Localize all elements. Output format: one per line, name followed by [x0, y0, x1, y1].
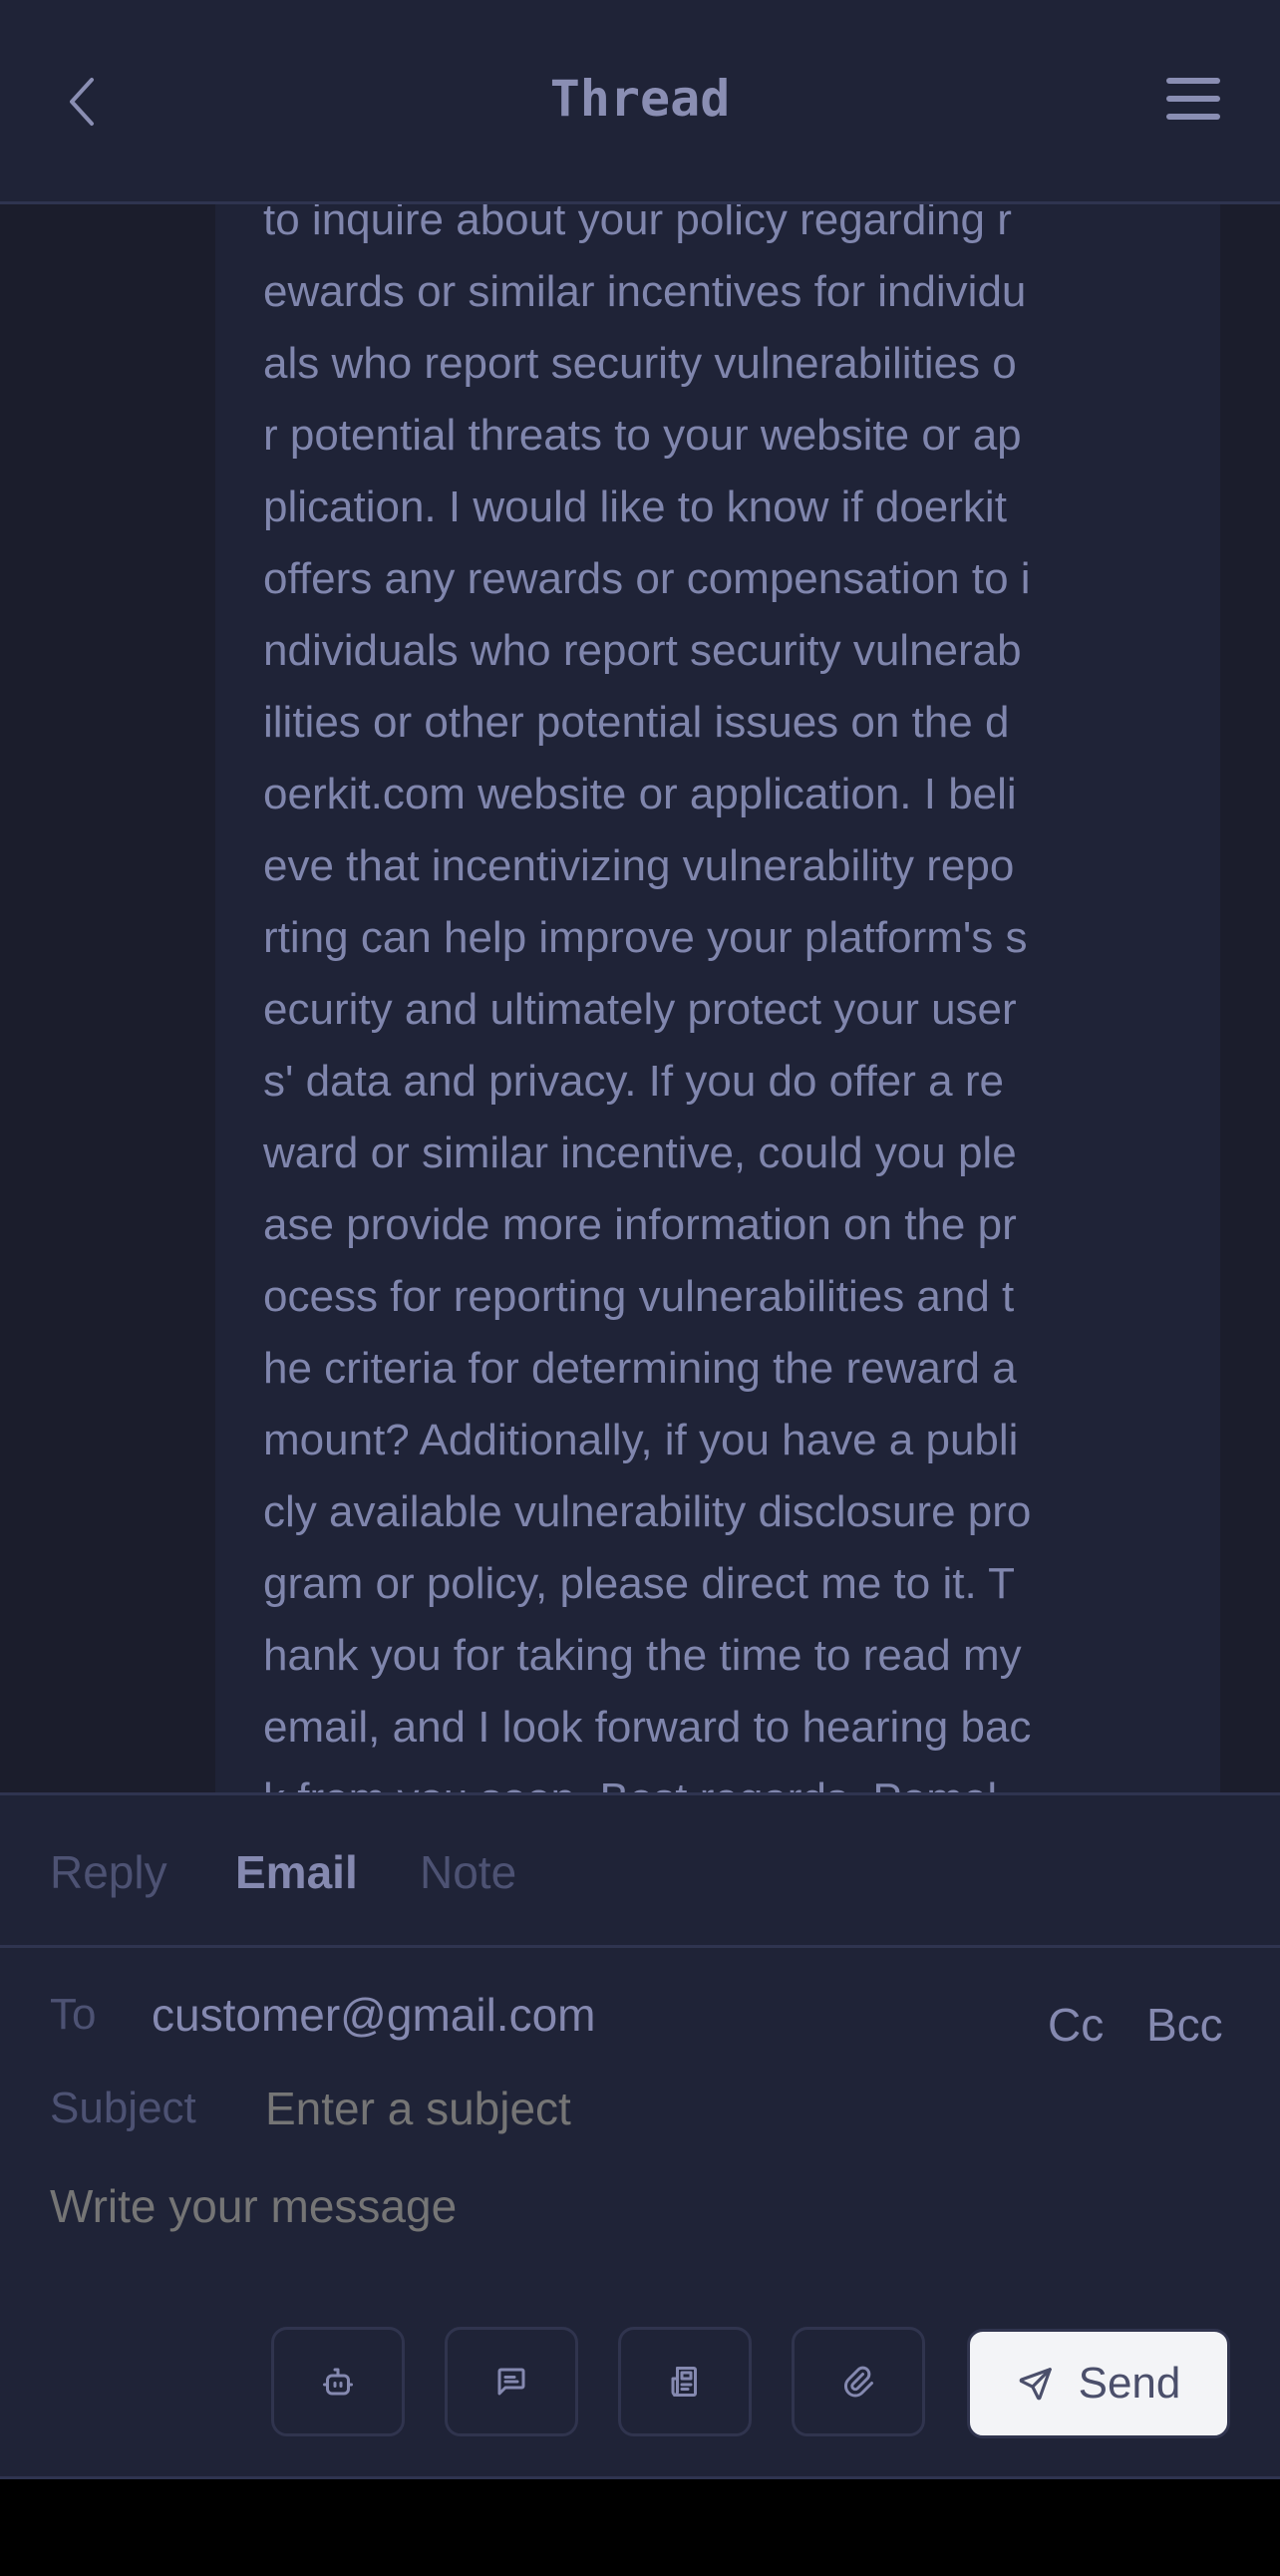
hamburger-menu-icon — [1166, 78, 1220, 120]
article-button[interactable] — [618, 2327, 752, 2436]
tab-note[interactable]: Note — [420, 1845, 516, 1899]
subject-label: Subject — [50, 2084, 196, 2132]
thread-scroll-area[interactable]: to inquire about your policy regarding r… — [0, 204, 1280, 1792]
message-line: eve that incentivizing vulnerability rep… — [263, 841, 1015, 890]
message-line: email, and I look forward to hearing bac — [263, 1703, 1032, 1752]
message-line: gram or policy, please direct me to it. … — [263, 1559, 1015, 1608]
send-button[interactable]: Send — [967, 2329, 1230, 2438]
message-line: he criteria for determining the reward a — [263, 1344, 1017, 1393]
subject-input[interactable] — [265, 2082, 963, 2135]
message-line: ward or similar incentive, could you ple — [263, 1128, 1017, 1177]
message-line: to inquire about your policy regarding r — [263, 204, 1012, 244]
message-line: r potential threats to your website or a… — [263, 411, 1022, 460]
message-card: to inquire about your policy regarding r… — [215, 204, 1220, 1792]
compose-tabs: Reply Email Note — [0, 1792, 1280, 1948]
message-line: oerkit.com website or application. I bel… — [263, 770, 1017, 818]
tab-email[interactable]: Email — [235, 1845, 358, 1899]
message-line: rting can help improve your platform's s — [263, 913, 1028, 962]
message-body: to inquire about your policy regarding r… — [263, 204, 1180, 1792]
to-field[interactable]: customer@gmail.com — [152, 1988, 595, 2042]
message-line: ndividuals who report security vulnerab — [263, 626, 1022, 675]
paperclip-icon — [843, 2366, 873, 2398]
message-line: s' data and privacy. If you do offer a r… — [263, 1057, 1004, 1106]
robot-icon — [323, 2368, 353, 2396]
message-line: hank you for taking the time to read my — [263, 1631, 1022, 1680]
canned-response-button[interactable] — [445, 2327, 578, 2436]
ai-assistant-button[interactable] — [271, 2327, 405, 2436]
to-label: To — [50, 1990, 97, 2039]
message-line: ase provide more information on the pr — [263, 1200, 1017, 1249]
message-line: als who report security vulnerabilities … — [263, 339, 1017, 388]
message-icon — [497, 2368, 525, 2396]
divider — [0, 2476, 1280, 2479]
send-label: Send — [1078, 2359, 1181, 2408]
cc-button[interactable]: Cc — [1048, 1998, 1104, 2052]
header: Thread — [0, 0, 1280, 204]
message-line: ilities or other potential issues on the… — [263, 698, 1010, 747]
message-line: plication. I would like to know if doerk… — [263, 483, 1007, 531]
tab-reply[interactable]: Reply — [50, 1845, 167, 1899]
message-line: k from you soon. Best regards, Pomel — [263, 1764, 1180, 1792]
send-icon — [1019, 2368, 1052, 2401]
message-line: ecurity and ultimately protect your user — [263, 985, 1017, 1034]
menu-button[interactable] — [1164, 72, 1224, 128]
message-line: mount? Additionally, if you have a publi — [263, 1416, 1019, 1464]
page-title: Thread — [549, 70, 731, 128]
app: Thread to inquire about your policy rega… — [0, 0, 1280, 2479]
newspaper-icon — [671, 2367, 697, 2397]
message-line: offers any rewards or compensation to i — [263, 554, 1031, 603]
message-line: ocess for reporting vulnerabilities and … — [263, 1272, 1015, 1321]
message-line: cly available vulnerability disclosure p… — [263, 1487, 1032, 1536]
bcc-button[interactable]: Bcc — [1146, 1998, 1223, 2052]
message-line: ewards or similar incentives for individ… — [263, 267, 1027, 316]
attach-button[interactable] — [792, 2327, 925, 2436]
message-input[interactable] — [50, 2179, 1226, 2239]
